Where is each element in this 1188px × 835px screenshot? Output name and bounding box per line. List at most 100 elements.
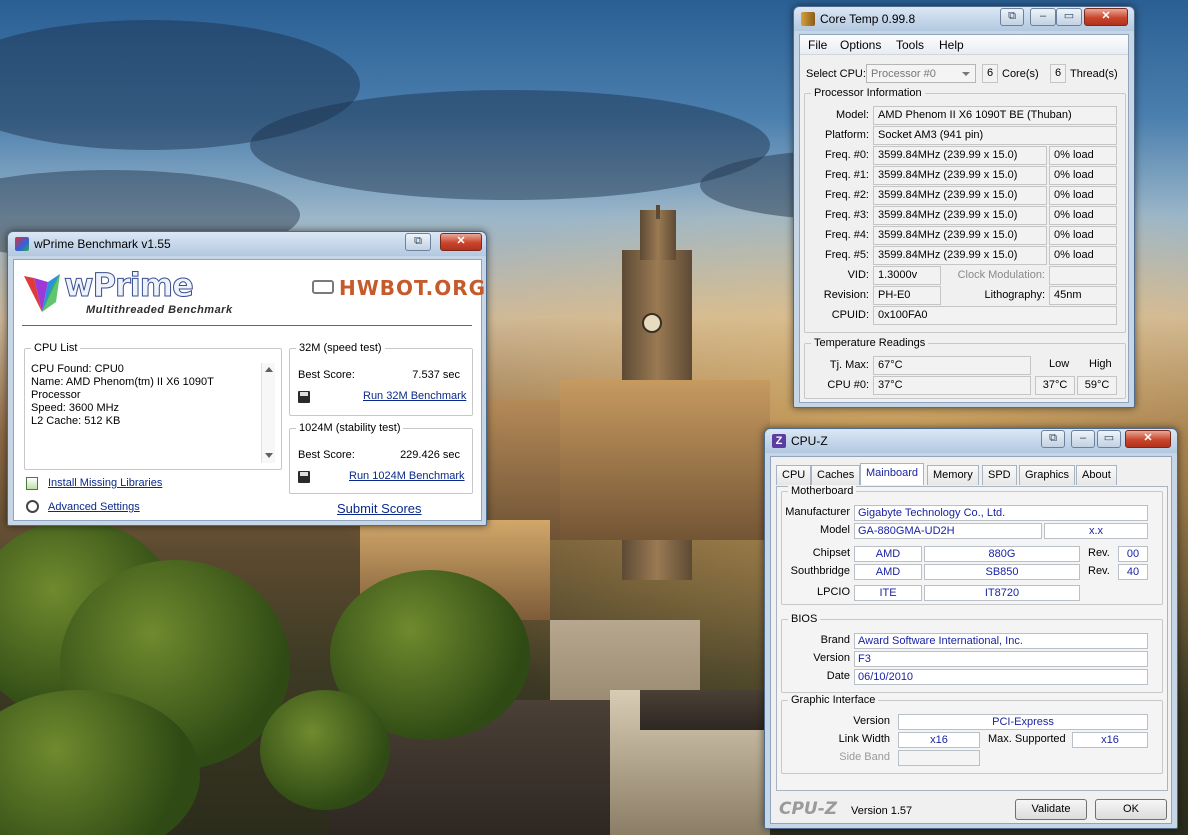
minimize-button[interactable]: – — [1030, 8, 1056, 26]
high-header: High — [1089, 358, 1112, 370]
freq-value: 3599.84MHz (239.99 x 15.0) — [873, 246, 1047, 265]
test1024-label: 1024M (stability test) — [296, 422, 404, 434]
select-cpu-dropdown[interactable]: Processor #0 — [866, 64, 976, 83]
menu-options[interactable]: Options — [840, 38, 881, 52]
cpuz-version: Version 1.57 — [851, 805, 913, 817]
model-label: Model: — [835, 109, 869, 121]
graphic-interface-label: Graphic Interface — [788, 694, 879, 706]
freq-load: 0% load — [1049, 206, 1117, 225]
coretemp-titlebar[interactable]: Core Temp 0.99.8 ⧉ – ▭ ✕ — [794, 7, 1134, 31]
close-button[interactable]: ✕ — [1084, 8, 1128, 26]
cpu-list-line: Name: AMD Phenom(tm) II X6 1090T — [31, 376, 214, 388]
advanced-settings-link[interactable]: Advanced Settings — [48, 501, 140, 513]
cpu-list-line: Processor — [31, 389, 81, 401]
cpu-list-scrollbar[interactable] — [261, 363, 275, 463]
freq-load: 0% load — [1049, 186, 1117, 205]
temperature-group: Temperature Readings Low High Tj. Max: 6… — [804, 337, 1126, 399]
wprime-app-icon — [15, 237, 29, 251]
clock-modulation-label: Clock Modulation: — [957, 269, 1045, 281]
cores-count: 6 — [982, 64, 998, 83]
tab-caches[interactable]: Caches — [811, 465, 861, 485]
cpu-list-box: CPU Found: CPU0 Name: AMD Phenom(tm) II … — [31, 363, 275, 463]
southbridge-rev-label: Rev. — [1088, 565, 1110, 577]
close-button[interactable]: ✕ — [440, 233, 482, 251]
wprime-logo-text: wPrime — [64, 266, 195, 305]
close-button[interactable]: ✕ — [1125, 430, 1171, 448]
coretemp-window: Core Temp 0.99.8 ⧉ – ▭ ✕ File Options To… — [793, 6, 1135, 408]
run-32m-link[interactable]: Run 32M Benchmark — [363, 390, 466, 402]
gi-version-label: Version — [853, 715, 890, 727]
coretemp-client: File Options Tools Help Select CPU: Proc… — [799, 34, 1129, 403]
lpcio-label: LPCIO — [816, 586, 850, 598]
run-1024m-link[interactable]: Run 1024M Benchmark — [349, 470, 465, 482]
cpuz-app-icon: Z — [772, 434, 786, 448]
restore-button[interactable]: ⧉ — [1041, 430, 1065, 448]
cpu-list-label: CPU List — [31, 342, 81, 354]
settings-icon — [26, 500, 39, 513]
validate-button[interactable]: Validate — [1015, 799, 1087, 820]
southbridge-rev: 40 — [1118, 564, 1148, 580]
low-header: Low — [1049, 358, 1070, 370]
save-icon — [298, 391, 310, 403]
wprime-window: wPrime Benchmark v1.55 ⧉ ✕ wPrime Multit… — [7, 231, 487, 526]
tab-spd[interactable]: SPD — [982, 465, 1017, 485]
lpcio-model: IT8720 — [924, 585, 1080, 601]
vid-value: 1.3000v — [873, 266, 941, 285]
lithography-label: Lithography: — [984, 289, 1045, 301]
tab-cpu[interactable]: CPU — [776, 465, 812, 485]
minimize-button[interactable]: – — [1071, 430, 1095, 448]
hwbot-logo-icon — [312, 280, 334, 294]
wprime-client: wPrime Multithreaded Benchmark HWBOT.ORG… — [13, 259, 485, 521]
freq-value: 3599.84MHz (239.99 x 15.0) — [873, 186, 1047, 205]
model-value: AMD Phenom II X6 1090T BE (Thuban) — [873, 106, 1117, 125]
revision-value: PH-E0 — [873, 286, 941, 305]
test32-group: 32M (speed test) Best Score: 7.537 sec R… — [289, 342, 473, 416]
install-libraries-link[interactable]: Install Missing Libraries — [48, 477, 162, 489]
cpuz-footer-logo: CPU-Z — [779, 799, 838, 819]
menu-help[interactable]: Help — [939, 38, 964, 52]
threads-count: 6 — [1050, 64, 1066, 83]
freq-value: 3599.84MHz (239.99 x 15.0) — [873, 206, 1047, 225]
bios-group: BIOS Brand Award Software International,… — [781, 613, 1163, 693]
test32-label: 32M (speed test) — [296, 342, 385, 354]
freq-label: Freq. #4: — [824, 229, 869, 241]
bios-date-label: Date — [826, 670, 850, 682]
freq-label: Freq. #1: — [824, 169, 869, 181]
test1024-group: 1024M (stability test) Best Score: 229.4… — [289, 422, 473, 494]
model-revision: x.x — [1044, 523, 1148, 539]
scroll-up-icon[interactable] — [265, 367, 273, 372]
tab-bar: CPU Caches Mainboard Memory SPD Graphics… — [776, 463, 1168, 487]
cpu-list-line: CPU Found: CPU0 — [31, 363, 124, 375]
clock-modulation-value — [1049, 266, 1117, 285]
processor-info-group: Processor Information Model: AMD Phenom … — [804, 87, 1126, 333]
tab-graphics[interactable]: Graphics — [1019, 465, 1076, 485]
tab-about[interactable]: About — [1076, 465, 1117, 485]
save-icon — [298, 471, 310, 483]
restore-button[interactable]: ⧉ — [1000, 8, 1024, 26]
tab-mainboard[interactable]: Mainboard — [860, 463, 924, 485]
model-value: GA-880GMA-UD2H — [854, 523, 1042, 539]
maximize-button[interactable]: ▭ — [1097, 430, 1121, 448]
platform-label: Platform: — [824, 129, 869, 141]
scroll-down-icon[interactable] — [265, 453, 273, 458]
southbridge-vendor: AMD — [854, 564, 922, 580]
max-supported-value: x16 — [1072, 732, 1148, 748]
lithography-value: 45nm — [1049, 286, 1117, 305]
header-divider — [22, 325, 472, 326]
cpuz-titlebar[interactable]: Z CPU-Z ⧉ – ▭ ✕ — [765, 429, 1177, 453]
test32-best-value: 7.537 sec — [412, 369, 460, 381]
southbridge-model: SB850 — [924, 564, 1080, 580]
restore-button[interactable]: ⧉ — [405, 233, 431, 251]
maximize-button[interactable]: ▭ — [1056, 8, 1082, 26]
tab-memory[interactable]: Memory — [927, 465, 979, 485]
menu-file[interactable]: File — [808, 38, 827, 52]
brand-label: Brand — [820, 634, 850, 646]
submit-scores-link[interactable]: Submit Scores — [337, 501, 422, 516]
wprime-titlebar[interactable]: wPrime Benchmark v1.55 ⧉ ✕ — [8, 232, 486, 256]
menu-tools[interactable]: Tools — [896, 38, 924, 52]
graphic-interface-group: Graphic Interface Version PCI-Express Li… — [781, 694, 1163, 774]
ok-button[interactable]: OK — [1095, 799, 1167, 820]
freq-label: Freq. #5: — [824, 249, 869, 261]
window-title: CPU-Z — [791, 434, 828, 448]
freq-label: Freq. #0: — [824, 149, 869, 161]
